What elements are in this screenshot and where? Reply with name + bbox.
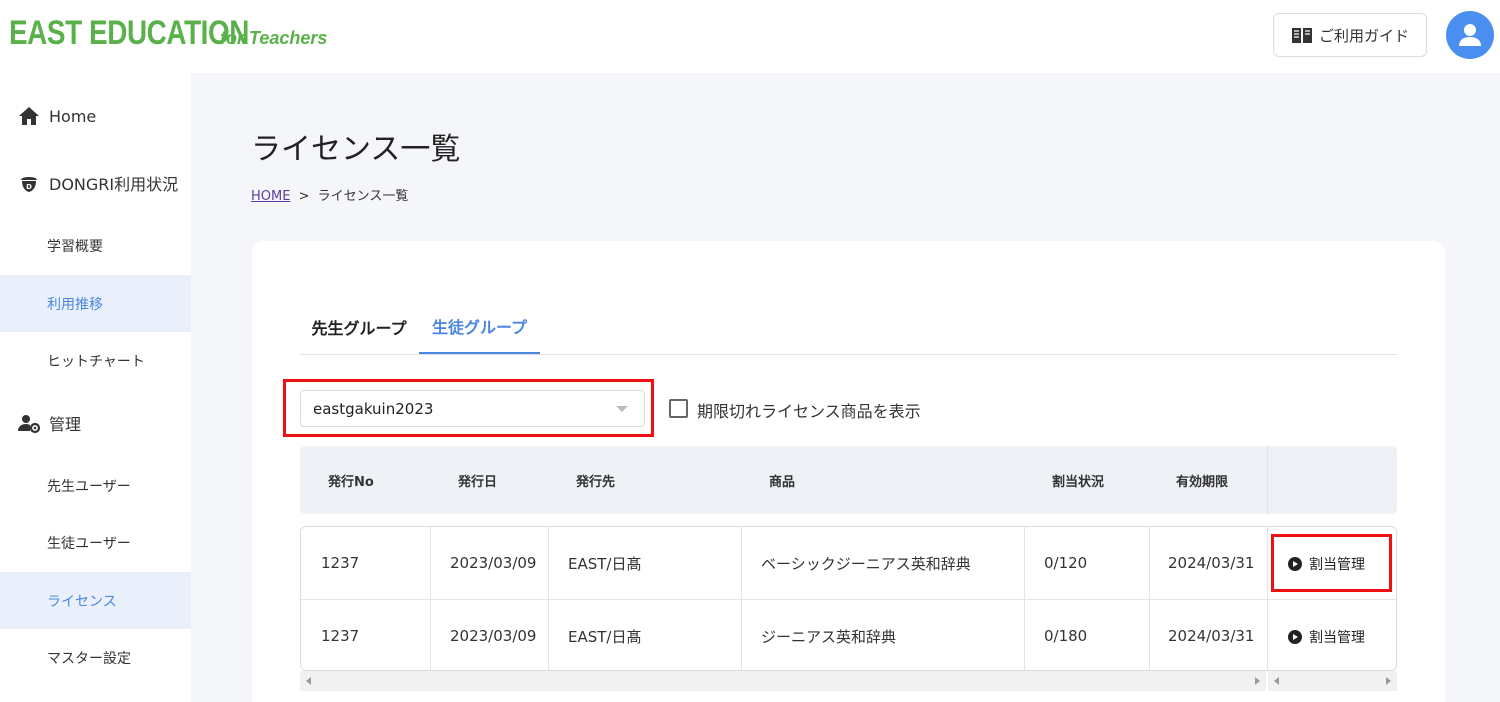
home-icon [19,107,39,125]
breadcrumb-home-link[interactable]: HOME [251,189,290,204]
cell-date: 2023/03/09 [450,627,537,645]
column-header-no: 発行No [328,474,374,490]
page-title: ライセンス一覧 [251,132,461,167]
cell-status: 0/180 [1044,627,1088,645]
scroll-left-icon[interactable] [1274,677,1279,685]
user-avatar[interactable] [1446,11,1494,59]
group-select[interactable]: eastgakuin2023 [300,390,645,427]
acorn-icon: D [21,177,37,192]
logo-text[interactable]: EAST EDUCATION [9,14,249,53]
group-tabs: 先生グループ 生徒グループ [300,300,1397,355]
svg-text:D: D [26,183,32,191]
sidebar-item-license[interactable]: ライセンス [0,572,191,629]
column-header-status: 割当状況 [1052,474,1105,490]
user-guide-button[interactable]: ご利用ガイド [1273,13,1427,57]
table-row: 1237 2023/03/09 EAST/日髙 ジーニアス英和辞典 0/180 … [301,599,1396,670]
table-header: 発行No 発行日 発行先 商品 割当状況 有効期限 [300,446,1397,514]
horizontal-scrollbar-fixed[interactable] [1268,671,1397,691]
user-gear-icon [18,415,41,434]
column-header-product: 商品 [769,474,796,490]
sidebar-item-master-settings[interactable]: マスター設定 [0,629,191,686]
sidebar-item-home[interactable]: Home [0,87,191,145]
dropdown-caret-icon [616,406,628,412]
assign-manage-button[interactable]: 割当管理 [1288,554,1365,574]
sidebar: Home D DONGRI利用状況 学習概要 利用推移 ヒットチャート 管理 先… [0,73,191,702]
assign-manage-label: 割当管理 [1309,630,1365,646]
breadcrumb: HOME > ライセンス一覧 [251,185,408,204]
assign-manage-label: 割当管理 [1309,557,1365,573]
scroll-right-icon[interactable] [1386,677,1391,685]
sidebar-item-label: DONGRI利用状況 [49,175,179,194]
cell-expiry: 2024/03/31 [1168,627,1255,645]
sidebar-item-teacher-users[interactable]: 先生ユーザー [0,457,191,514]
sidebar-item-usage-trend[interactable]: 利用推移 [0,275,191,332]
cell-product: ジーニアス英和辞典 [761,627,897,646]
column-header-expiry: 有効期限 [1176,474,1229,490]
sidebar-item-dongri[interactable]: D DONGRI利用状況 [0,153,191,213]
cell-no: 1237 [321,627,360,645]
sidebar-item-label: 先生ユーザー [47,478,131,495]
cell-status: 0/120 [1044,554,1088,572]
license-table-body: 1237 2023/03/09 EAST/日髙 ベーシックジーニアス英和辞典 0… [300,526,1397,671]
sidebar-item-learning-summary[interactable]: 学習概要 [0,217,191,274]
play-circle-icon [1288,557,1302,571]
cell-destination: EAST/日髙 [568,627,642,646]
top-header: EAST EDUCATION for Teachers ご利用ガイド [0,0,1500,73]
sidebar-item-label: 利用推移 [47,296,103,313]
book-icon [1291,28,1312,43]
sidebar-item-label: Home [49,106,97,126]
tab-student-group[interactable]: 生徒グループ [419,300,540,354]
group-select-value: eastgakuin2023 [313,399,434,418]
logo-subtitle: for Teachers [220,28,328,48]
cell-destination: EAST/日髙 [568,554,642,573]
assign-manage-button[interactable]: 割当管理 [1288,627,1365,647]
breadcrumb-current: ライセンス一覧 [317,189,409,204]
cell-no: 1237 [321,554,360,572]
expired-license-checkbox[interactable] [669,399,688,418]
sidebar-item-management[interactable]: 管理 [0,393,191,453]
column-divider [1267,446,1268,514]
sidebar-item-label: 管理 [49,415,82,434]
sidebar-item-label: 学習概要 [47,238,103,255]
scroll-left-icon[interactable] [306,677,311,685]
sidebar-item-label: マスター設定 [47,650,131,667]
scroll-right-icon[interactable] [1255,677,1260,685]
expired-license-label: 期限切れライセンス商品を表示 [697,402,921,421]
play-circle-icon [1288,630,1302,644]
user-guide-label: ご利用ガイド [1318,26,1409,45]
sidebar-item-label: ライセンス [47,593,117,610]
cell-expiry: 2024/03/31 [1168,554,1255,572]
horizontal-scrollbar[interactable] [300,671,1266,691]
sidebar-item-hit-chart[interactable]: ヒットチャート [0,332,191,389]
cell-product: ベーシックジーニアス英和辞典 [761,554,971,573]
table-row: 1237 2023/03/09 EAST/日髙 ベーシックジーニアス英和辞典 0… [301,527,1396,599]
sidebar-item-label: ヒットチャート [47,353,145,370]
breadcrumb-separator: > [298,189,310,204]
tab-teacher-group[interactable]: 先生グループ [300,300,418,354]
column-header-destination: 発行先 [576,474,616,490]
sidebar-item-label: 生徒ユーザー [47,535,131,552]
column-header-date: 発行日 [458,474,498,490]
person-icon [1459,24,1481,46]
cell-date: 2023/03/09 [450,554,537,572]
sidebar-item-student-users[interactable]: 生徒ユーザー [0,514,191,571]
